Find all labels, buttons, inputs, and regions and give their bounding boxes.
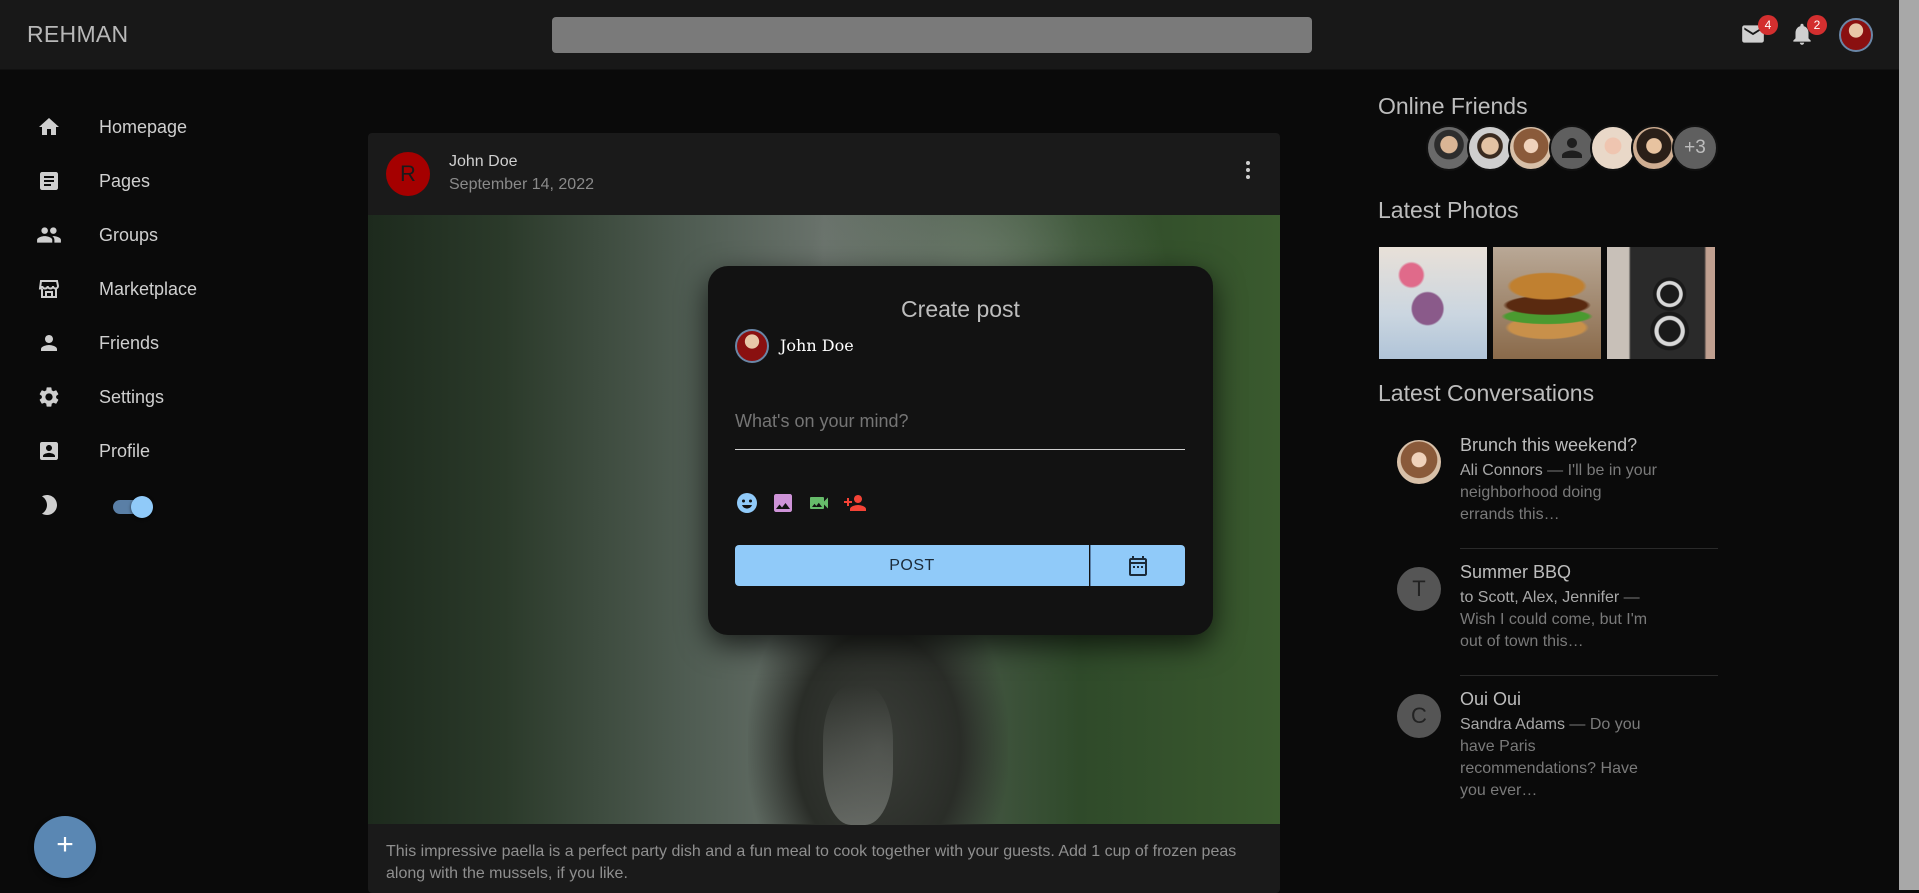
modal-username: John Doe <box>780 336 854 355</box>
emoji-icon[interactable] <box>735 491 759 515</box>
article-icon <box>36 168 62 194</box>
search-input[interactable] <box>552 17 1312 53</box>
person-icon <box>1562 138 1582 158</box>
schedule-button[interactable] <box>1090 545 1185 586</box>
add-fab-button[interactable]: + <box>34 816 96 878</box>
conversation-preview: to Scott, Alex, Jennifer — Wish I could … <box>1460 587 1660 653</box>
sidebar-item-profile[interactable]: Profile <box>0 424 300 478</box>
sidebar-item-label: Profile <box>99 440 151 461</box>
storefront-icon <box>36 276 62 302</box>
image-icon[interactable] <box>771 491 795 515</box>
friend-avatar[interactable] <box>1590 125 1636 171</box>
photo-thumbnail[interactable] <box>1607 247 1715 359</box>
group-icon <box>36 222 62 248</box>
conversation-title: Summer BBQ <box>1460 562 1572 582</box>
sidebar-item-label: Marketplace <box>99 278 198 299</box>
latest-conversations-title: Latest Conversations <box>1378 380 1595 406</box>
friend-avatar[interactable] <box>1549 125 1595 171</box>
conversation-sender: to Scott, Alex, Jennifer <box>1460 589 1620 606</box>
modal-title: Create post <box>901 296 1020 322</box>
post-button[interactable]: POST <box>735 545 1089 586</box>
sidebar-item-label: Homepage <box>99 116 188 137</box>
modal-avatar <box>735 329 769 363</box>
sidebar-item-groups[interactable]: Groups <box>0 208 300 262</box>
friend-avatar[interactable] <box>1508 125 1554 171</box>
friend-avatar[interactable] <box>1426 125 1472 171</box>
video-icon[interactable] <box>807 491 831 515</box>
photo-thumbnail[interactable] <box>1493 247 1601 359</box>
conversation-title: Oui Oui <box>1460 689 1522 709</box>
divider <box>1460 675 1718 676</box>
conversation-sender: Ali Connors <box>1460 462 1543 479</box>
conversation-title: Brunch this weekend? <box>1460 435 1638 455</box>
sidebar-item-label: Settings <box>99 386 165 407</box>
sidebar-item-label: Groups <box>99 224 159 245</box>
post-text-input[interactable] <box>735 390 1185 450</box>
create-post-modal: Create post John Doe POST <box>708 266 1213 635</box>
conversation-avatar <box>1397 440 1441 484</box>
more-friends-count[interactable]: +3 <box>1672 125 1718 171</box>
scrollbar-thumb[interactable] <box>1899 0 1919 890</box>
sidebar-item-friends[interactable]: Friends <box>0 316 300 370</box>
photo-thumbnail[interactable] <box>1379 247 1487 359</box>
post-author: John Doe <box>449 153 518 170</box>
friend-avatar[interactable] <box>1631 125 1677 171</box>
mail-badge: 4 <box>1758 15 1778 35</box>
divider <box>1460 548 1718 549</box>
sidebar-item-label: Pages <box>99 170 151 191</box>
image-waterfall <box>823 685 893 825</box>
sidebar-item-homepage[interactable]: Homepage <box>0 100 300 154</box>
notifications-button[interactable]: 2 <box>1789 15 1827 49</box>
conversation-preview: Sandra Adams — Do you have Paris recomme… <box>1460 714 1660 802</box>
brand-logo[interactable]: REHMAN <box>27 21 128 48</box>
post-date: September 14, 2022 <box>449 176 594 193</box>
sidebar-item-label: Friends <box>99 332 160 353</box>
top-app-bar: REHMAN 4 2 <box>0 0 1899 70</box>
post-text: This impressive paella is a perfect part… <box>386 843 1237 882</box>
mail-button[interactable]: 4 <box>1740 15 1778 49</box>
gear-icon <box>36 384 62 410</box>
sidebar-item-settings[interactable]: Settings <box>0 370 300 424</box>
online-friends-title: Online Friends <box>1378 93 1528 119</box>
conversation-avatar: T <box>1397 567 1441 611</box>
notifications-badge: 2 <box>1807 15 1827 35</box>
conversation-avatar: C <box>1397 694 1441 738</box>
friend-avatar[interactable] <box>1467 125 1513 171</box>
sidebar-item-marketplace[interactable]: Marketplace <box>0 262 300 316</box>
add-person-icon[interactable] <box>843 491 867 515</box>
latest-photos-title: Latest Photos <box>1378 197 1519 223</box>
person-icon <box>36 330 62 356</box>
toggle-knob <box>131 496 153 518</box>
calendar-icon <box>1129 555 1147 576</box>
dark-mode-toggle[interactable] <box>113 494 153 518</box>
more-vert-icon[interactable] <box>1244 159 1252 183</box>
account-box-icon <box>36 438 62 464</box>
moon-icon <box>36 492 62 518</box>
sidebar-item-pages[interactable]: Pages <box>0 154 300 208</box>
home-icon <box>36 114 62 140</box>
post-avatar[interactable]: R <box>386 152 430 196</box>
conversation-sender: Sandra Adams <box>1460 716 1565 733</box>
user-avatar[interactable] <box>1839 18 1873 52</box>
conversation-preview: Ali Connors — I'll be in your neighborho… <box>1460 460 1660 526</box>
